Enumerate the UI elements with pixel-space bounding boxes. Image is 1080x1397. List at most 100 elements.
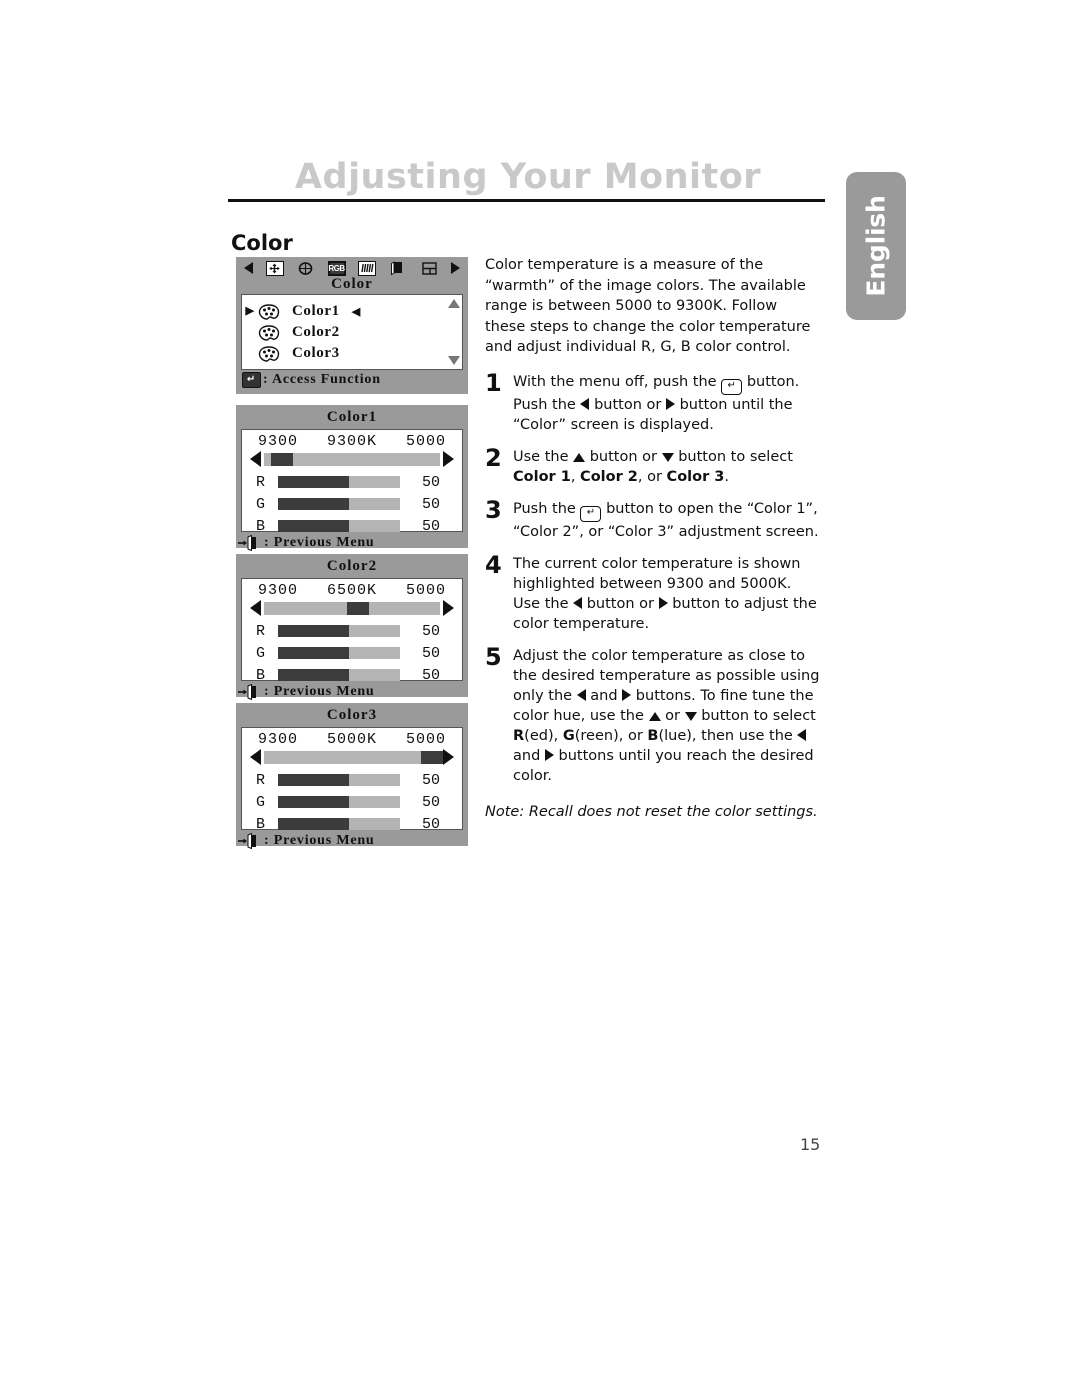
step-text-part: button or xyxy=(589,448,657,465)
rgb-channel-label: B xyxy=(256,517,266,535)
rgb-row-r[interactable]: R 50 xyxy=(242,769,462,791)
slider-track[interactable] xyxy=(264,750,443,764)
rgb-track[interactable] xyxy=(278,498,400,510)
previous-menu-icon xyxy=(238,535,262,551)
rgb-color-icon[interactable]: RGB xyxy=(327,260,346,276)
position-icon[interactable] xyxy=(265,260,284,276)
rgb-value: 50 xyxy=(421,771,440,789)
step-number: 4 xyxy=(485,550,502,579)
temperature-scale-labels: 9300 5000K 5000 xyxy=(242,728,462,749)
scroll-down-icon[interactable] xyxy=(448,356,460,365)
right-arrow-icon xyxy=(665,397,675,410)
slider-knob[interactable] xyxy=(346,601,369,615)
osd-menu-item-label: Color1 xyxy=(292,303,340,319)
step-text-part: (ed), xyxy=(524,727,559,744)
up-arrow-icon xyxy=(573,452,586,462)
scroll-up-icon[interactable] xyxy=(448,299,460,308)
step-text-part: With the menu off, push the xyxy=(513,373,717,390)
color1-ref: Color 1 xyxy=(513,468,571,485)
osd-menu-item-color1[interactable]: ▶ Color1 ◀ xyxy=(242,301,462,322)
selection-cursor-icon: ▶ xyxy=(245,305,255,317)
rgb-value: 50 xyxy=(421,473,440,491)
moire-icon[interactable] xyxy=(358,260,377,276)
step-text-part: or xyxy=(665,707,680,724)
slider-track[interactable] xyxy=(264,601,440,615)
rgb-track[interactable] xyxy=(278,476,400,488)
header-divider xyxy=(228,199,825,202)
osd-panel-footer-label: : Previous Menu xyxy=(264,535,375,550)
osd-menu-item-color2[interactable]: Color2 xyxy=(242,322,462,343)
rgb-track[interactable] xyxy=(278,818,400,830)
right-arrow-icon xyxy=(622,688,632,701)
rgb-track[interactable] xyxy=(278,647,400,659)
rgb-row-g[interactable]: G 50 xyxy=(242,642,462,664)
exit-door-icon[interactable] xyxy=(389,261,407,276)
osd-panel-footer-label: : Previous Menu xyxy=(264,833,375,848)
osd-color1-panel: Color1 9300 9300K 5000 R 50 G 50 B 50: … xyxy=(236,405,468,551)
slider-left-arrow-icon[interactable] xyxy=(250,600,261,616)
page-title: Adjusting Your Monitor xyxy=(294,157,762,197)
palette-icon xyxy=(258,303,280,320)
slider-left-arrow-icon[interactable] xyxy=(250,749,261,765)
temp-current-label: 5000K xyxy=(326,731,377,748)
osd-scrollbar[interactable] xyxy=(448,297,460,367)
slider-left-arrow-icon[interactable] xyxy=(250,451,261,467)
temp-max-label: 5000 xyxy=(405,433,446,450)
slider-knob[interactable] xyxy=(271,452,294,466)
temperature-slider[interactable] xyxy=(242,451,462,469)
rgb-row-r[interactable]: R 50 xyxy=(242,620,462,642)
rgb-track[interactable] xyxy=(278,774,400,786)
rgb-row-g[interactable]: G 50 xyxy=(242,493,462,515)
rgb-track[interactable] xyxy=(278,625,400,637)
osd-panel-body: 9300 9300K 5000 R 50 G 50 B 50 xyxy=(241,429,463,535)
osd-panel-title: Color2 xyxy=(326,558,378,574)
slider-right-arrow-icon[interactable] xyxy=(443,600,454,616)
temp-current-label: 6500K xyxy=(326,582,377,599)
osd-menu-item-color3[interactable]: Color3 xyxy=(242,343,462,364)
enter-key-icon: ↵ xyxy=(242,372,261,388)
osd-panel-footer-label: : Previous Menu xyxy=(264,684,375,699)
down-arrow-icon xyxy=(684,711,697,721)
rgb-track[interactable] xyxy=(278,520,400,532)
rgb-track[interactable] xyxy=(278,796,400,808)
step-text: Adjust the color temperature as close to… xyxy=(513,646,820,786)
step-text-part: and xyxy=(590,687,618,704)
step-text-part: Push the xyxy=(513,500,576,517)
osd-menu-list: ▶ Color1 ◀ Color2 Color3 xyxy=(242,295,462,368)
rgb-fill xyxy=(278,647,349,659)
rgb-channel-label: R xyxy=(256,771,266,789)
step-4: 4 The current color temperature is shown… xyxy=(485,550,820,634)
rgb-row-g[interactable]: G 50 xyxy=(242,791,462,813)
next-arrow-icon[interactable] xyxy=(450,262,460,274)
up-arrow-icon xyxy=(648,711,661,721)
osd-panel-footer: : Previous Menu xyxy=(236,681,468,703)
color2-ref: Color 2 xyxy=(580,468,638,485)
rgb-value: 50 xyxy=(421,666,440,684)
rgb-channel-label: G xyxy=(256,793,266,811)
slider-knob[interactable] xyxy=(420,750,443,764)
rgb-channel-label: R xyxy=(256,622,266,640)
instructions-column: Color temperature is a measure of the “w… xyxy=(485,255,820,822)
step-text: The current color temperature is shown h… xyxy=(513,554,820,634)
sep: , or xyxy=(637,468,667,485)
rgb-rows: R 50 G 50 B 50 xyxy=(242,618,462,690)
rgb-track[interactable] xyxy=(278,669,400,681)
osd-window-icon[interactable] xyxy=(420,261,438,276)
rgb-fill xyxy=(278,796,349,808)
intro-paragraph: Color temperature is a measure of the “w… xyxy=(485,257,811,355)
slider-track[interactable] xyxy=(264,452,440,466)
prev-arrow-icon[interactable] xyxy=(244,262,253,274)
slider-right-arrow-icon[interactable] xyxy=(443,451,454,467)
page-number: 15 xyxy=(800,1135,821,1154)
step-1: 1 With the menu off, push the ↵ button. … xyxy=(485,371,820,435)
slider-right-arrow-icon[interactable] xyxy=(443,749,454,765)
menu-left-arrow-icon: ◀ xyxy=(351,306,361,318)
palette-icon xyxy=(258,345,280,362)
temperature-slider[interactable] xyxy=(242,600,462,618)
temp-min-label: 9300 xyxy=(258,582,299,599)
temperature-slider[interactable] xyxy=(242,749,462,767)
rgb-row-r[interactable]: R 50 xyxy=(242,471,462,493)
language-tab-label: English xyxy=(861,195,891,297)
geometry-icon[interactable] xyxy=(297,261,315,276)
down-arrow-icon xyxy=(661,452,674,462)
